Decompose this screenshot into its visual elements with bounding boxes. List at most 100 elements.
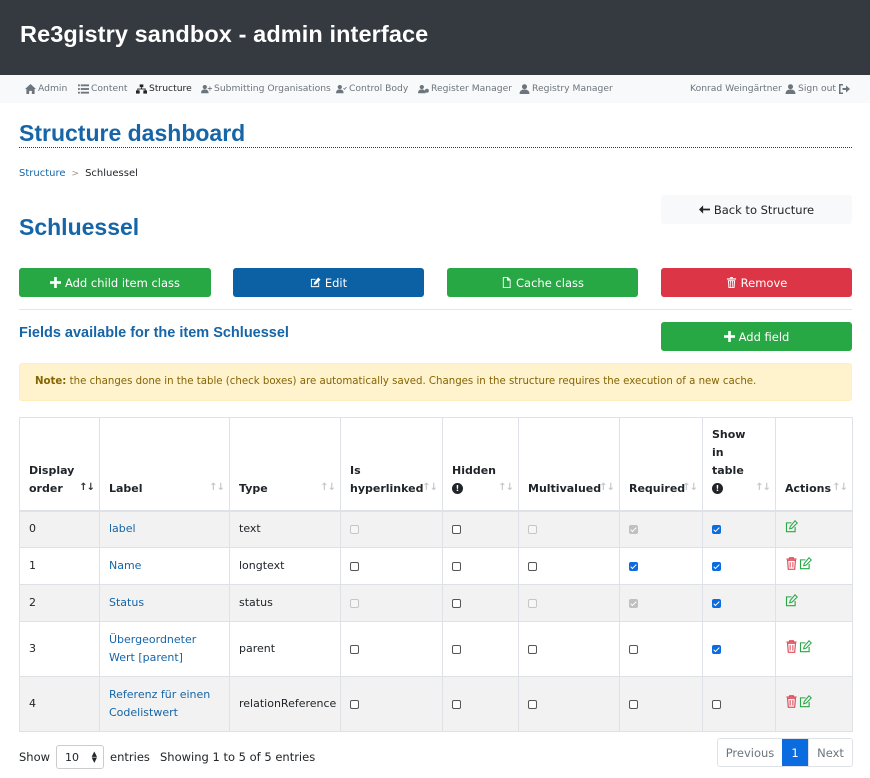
cell-order: 4 [19,676,100,732]
file-icon [502,277,511,288]
nav-admin[interactable]: Admin [25,83,67,94]
multivalued-checkbox[interactable] [528,561,537,571]
nav-content[interactable]: Content [78,83,128,94]
edit-button[interactable]: Edit [233,268,424,297]
sign-out-icon [839,83,851,94]
nav-submitting-organisations[interactable]: Submitting Organisations [201,83,331,94]
nav-user[interactable]: Konrad Weingärtner [690,83,798,94]
add-field-button[interactable]: Add field [661,322,852,351]
show-in-table-checkbox[interactable] [712,644,721,654]
trash-icon[interactable] [785,639,798,653]
field-label-link[interactable]: Status [109,596,144,609]
cache-class-button[interactable]: Cache class [447,268,638,297]
fields-title: Fields available for the item Schluessel [19,325,289,341]
col-show-in-table[interactable]: Show in table! ↑↓ [702,417,776,511]
hidden-checkbox[interactable] [452,598,461,608]
col-is-hyperlinked[interactable]: Is hyperlinked ↑↓ [340,417,443,511]
required-checkbox [629,524,638,534]
add-child-label: Add child item class [64,275,181,290]
hidden-checkbox[interactable] [452,524,461,534]
col-label[interactable]: Label ↑↓ [99,417,230,511]
field-label-link[interactable]: Referenz für einen Codelistwert [109,688,210,719]
title-divider [19,147,852,148]
page-1-button[interactable]: 1 [782,739,808,766]
sort-icon: ↑↓ [320,481,336,493]
list-icon [78,83,89,94]
hyperlinked-checkbox[interactable] [350,561,359,571]
note-text: the changes done in the table (check box… [66,376,757,387]
col-required[interactable]: Required ↑↓ [619,417,703,511]
show-in-table-checkbox[interactable] [712,598,721,608]
table-row: 3 Übergeordneter Wert [parent] parent [19,621,853,677]
nav-registry-manager-label: Registry Manager [532,83,613,94]
home-icon [25,83,36,94]
hidden-checkbox[interactable] [452,699,461,709]
col-type[interactable]: Type ↑↓ [229,417,341,511]
edit-label: Edit [324,275,348,290]
hidden-checkbox[interactable] [452,561,461,571]
edit-icon[interactable] [799,639,812,653]
trash-icon[interactable] [785,556,798,570]
table-row: 4 Referenz für einen Codelistwert relatio… [19,676,853,732]
nav-register-manager[interactable]: Register Manager [418,83,512,94]
col-actions[interactable]: Actions ↑↓ [775,417,853,511]
cell-type: status [229,584,341,622]
entries-per-page-select[interactable]: 10 ▲ ▼ [56,745,105,769]
show-in-table-checkbox[interactable] [712,561,721,571]
edit-icon[interactable] [799,556,812,570]
nav-submitting-label: Submitting Organisations [214,83,331,94]
hyperlinked-checkbox[interactable] [350,644,359,654]
col-hidden[interactable]: Hidden! ↑↓ [442,417,519,511]
edit-icon[interactable] [785,593,798,607]
nav-signout-label: Sign out [798,83,837,94]
entries-label: entries [110,750,150,764]
user-cog-icon [418,84,429,93]
table-row: 1 Name longtext [19,547,853,585]
nav-control-body[interactable]: Control Body [336,83,408,94]
app-title: Re3gistry sandbox - admin interface [20,21,429,47]
user-tie-icon [519,83,530,94]
show-in-table-checkbox[interactable] [712,524,721,534]
hidden-checkbox[interactable] [452,644,461,654]
show-in-table-checkbox[interactable] [712,699,721,709]
trash-icon[interactable] [785,694,798,708]
cell-order: 2 [19,584,100,622]
next-page-button[interactable]: Next [808,739,852,766]
cell-type: parent [229,621,341,677]
nav-structure[interactable]: Structure [136,83,192,94]
hyperlinked-checkbox[interactable] [350,699,359,709]
item-class-title: Schluessel [19,214,140,240]
col-display-order[interactable]: Display order ↑↓ [19,417,100,511]
user-icon [785,83,796,94]
field-label-link[interactable]: Name [109,559,141,572]
field-label-link[interactable]: label [109,522,136,535]
sort-icon: ↑↓ [209,481,225,493]
required-checkbox[interactable] [629,699,638,709]
back-to-structure-button[interactable]: Back to Structure [661,195,852,224]
add-child-item-class-button[interactable]: Add child item class [19,268,211,297]
hyperlinked-checkbox [350,598,359,608]
table-row: 0 label text [19,510,853,548]
table-header-row: Display order ↑↓ Label ↑↓ Type ↑↓ Is hyperlin… [19,417,853,511]
plus-icon [49,277,61,288]
required-checkbox[interactable] [629,561,638,571]
nav-signout[interactable]: Sign out [798,83,852,94]
sort-asc-icon: ↑↓ [79,481,95,493]
multivalued-checkbox[interactable] [528,644,537,654]
edit-icon [310,277,321,288]
page-title: Structure dashboard [19,120,246,146]
previous-page-button[interactable]: Previous [718,739,782,766]
edit-icon[interactable] [785,519,798,533]
sort-icon: ↑↓ [422,481,438,493]
field-label-link[interactable]: Übergeordneter Wert [parent] [109,633,196,664]
breadcrumb-current: Schluessel [85,168,138,179]
pagination: Previous 1 Next [717,738,853,767]
breadcrumb-structure-link[interactable]: Structure [19,168,66,179]
edit-icon[interactable] [799,694,812,708]
remove-button[interactable]: Remove [661,268,852,297]
col-multivalued[interactable]: Multivalued ↑↓ [518,417,620,511]
multivalued-checkbox[interactable] [528,699,537,709]
nav-registry-manager[interactable]: Registry Manager [519,83,613,94]
required-checkbox [629,598,638,608]
required-checkbox[interactable] [629,644,638,654]
